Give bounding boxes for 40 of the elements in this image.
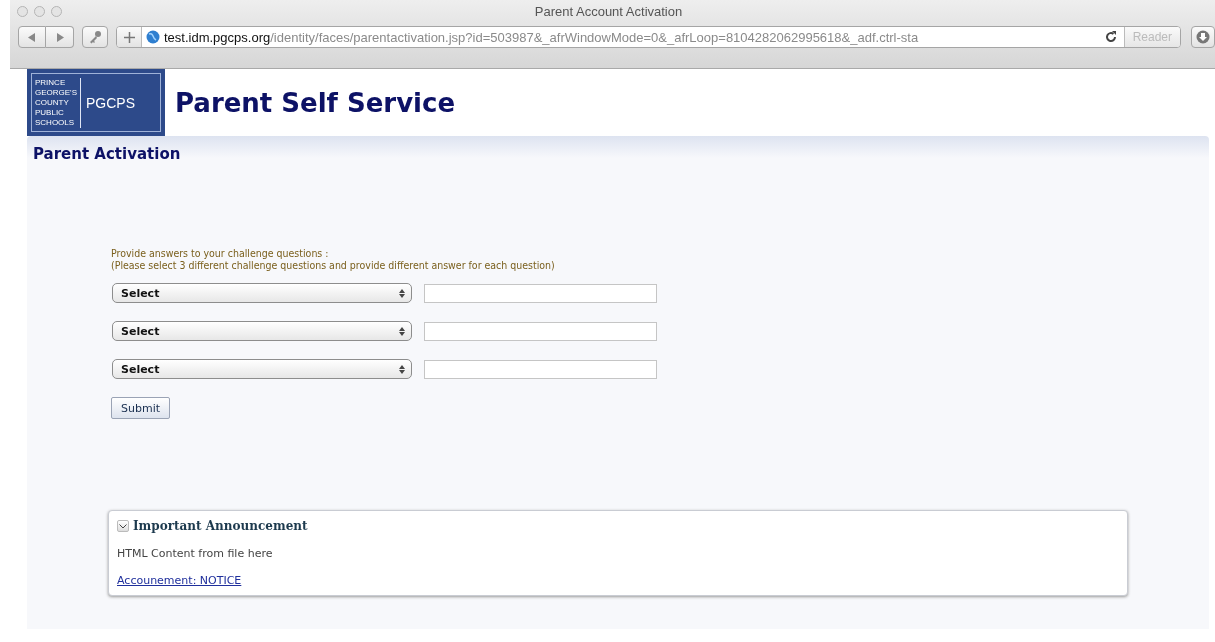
logo-text: PUBLIC (35, 107, 65, 118)
reload-icon[interactable] (1103, 30, 1118, 44)
logo-text: SCHOOLS (35, 117, 76, 128)
forward-button[interactable] (46, 26, 74, 48)
right-triangle-icon (55, 32, 64, 42)
answer-field[interactable] (424, 359, 657, 379)
left-triangle-icon (28, 32, 36, 42)
page-heading: Parent Activation (33, 145, 182, 163)
downloads-button[interactable] (1191, 26, 1215, 48)
site-title: Parent Self Service (175, 87, 456, 118)
announcement-title: Important Announcement (133, 519, 308, 533)
logo-text: GEORGE'S (35, 87, 77, 98)
submit-button[interactable]: Submit (111, 397, 171, 419)
logo-text: COUNTY (35, 97, 70, 108)
announcement-text: HTML Content from file here (117, 547, 274, 560)
question-dropdown[interactable]: Select (112, 359, 412, 379)
instruction-text: Provide answers to your challenge questions : (111, 247, 330, 259)
updown-arrows-icon (399, 326, 405, 336)
download-icon (1196, 30, 1210, 44)
updown-arrows-icon (399, 288, 405, 298)
answer-field[interactable] (424, 321, 657, 341)
logo-text: PGCPS (85, 94, 135, 111)
plus-icon (123, 31, 135, 43)
question-dropdown[interactable]: Select (112, 283, 412, 303)
add-bookmark-button[interactable] (117, 27, 142, 47)
chevron-down-icon (119, 523, 127, 529)
url-text: test.idm.pgcps.org/identity/faces/parentactivation.jsp?id=503987&_afrWindowMode=0&_afrLoop=8104282062995618&_adf.ctrl-sta (164, 29, 919, 45)
question-dropdown[interactable]: Select (112, 321, 412, 341)
answer-field[interactable] (424, 283, 657, 303)
logo-text: PRINCE (35, 77, 67, 88)
notice-link[interactable]: Accounement: NOTICE (117, 574, 242, 587)
instruction-text: (Please select 3 different challenge questions and provide different answer for each question) (111, 259, 556, 271)
globe-icon (146, 30, 160, 44)
key-button[interactable] (82, 26, 108, 48)
collapse-button[interactable] (117, 520, 129, 532)
window-title: Parent Account Activation (533, 3, 684, 19)
address-bar[interactable]: test.idm.pgcps.org/identity/faces/parentactivation.jsp?id=503987&_afrWindowMode=0&_afrLoop=8104282062995618&_adf.ctrl-sta Reader (116, 26, 1181, 48)
updown-arrows-icon (399, 364, 405, 374)
back-button[interactable] (18, 26, 46, 48)
key-icon (88, 30, 102, 44)
